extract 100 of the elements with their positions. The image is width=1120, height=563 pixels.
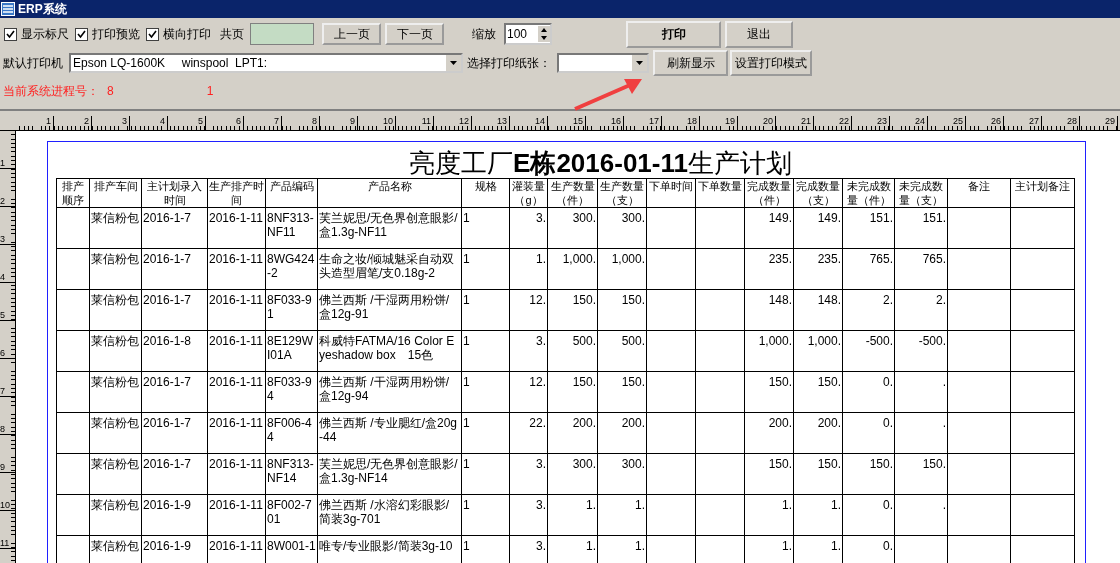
table-cell [695, 412, 745, 454]
table-cell: 1 [461, 535, 510, 563]
table-cell [646, 248, 696, 290]
table-cell: 300. [597, 207, 647, 249]
table-cell: 150. [744, 371, 794, 413]
table-cell: . [894, 494, 948, 536]
checkbox[interactable] [146, 27, 159, 41]
table-cell: 151. [842, 207, 895, 249]
table-cell: 莱信粉包 [89, 289, 142, 331]
table-cell: 0. [842, 494, 895, 536]
spin-down-icon[interactable] [538, 34, 550, 42]
table-cell [646, 494, 696, 536]
printer-dropdown[interactable]: Epson LQ-1600K winspool LPT1: [69, 53, 463, 73]
spin-up-icon[interactable] [538, 26, 550, 34]
table-cell: 莱信粉包 [89, 330, 142, 372]
column-header: 生产数量（件） [547, 178, 598, 208]
exit-button[interactable]: 退出 [725, 20, 793, 48]
print-button[interactable]: 打印 [626, 20, 721, 48]
checkbox[interactable] [75, 27, 88, 41]
ruler-label: 13 [497, 116, 508, 126]
ruler-label: 9 [350, 116, 356, 126]
column-header: 排产车间 [89, 178, 142, 208]
checkbox[interactable] [4, 27, 17, 41]
table-cell [695, 330, 745, 372]
ruler-label: 21 [801, 116, 812, 126]
ruler-label: 11 [0, 538, 11, 548]
table-cell: 150. [744, 453, 794, 495]
table-cell [56, 207, 90, 249]
table-cell: 8NF313-NF11 [265, 207, 318, 249]
printer-label: 默认打印机 [3, 54, 63, 72]
column-header: 下单时间 [646, 178, 696, 208]
table-cell: 500. [597, 330, 647, 372]
table-cell: 莱信粉包 [89, 248, 142, 290]
print-mode-button[interactable]: 设置打印模式 [730, 50, 812, 76]
refresh-button[interactable]: 刷新显示 [653, 50, 728, 76]
table-cell: 2016-1-7 [141, 207, 208, 249]
table-cell: 765. [842, 248, 895, 290]
table-cell: 8F033-91 [265, 289, 318, 331]
page-count-field[interactable] [250, 23, 314, 45]
table-cell [1010, 248, 1075, 290]
table-cell [695, 248, 745, 290]
table-cell: 12. [509, 371, 548, 413]
table-cell: 2016-1-9 [141, 535, 208, 563]
table-cell: 150. [547, 289, 598, 331]
column-header: 未完成数量（件） [842, 178, 895, 208]
table-cell: 2016-1-11 [207, 289, 266, 331]
checkbox-label: 显示标尺 [21, 25, 69, 43]
table-cell: 12. [509, 289, 548, 331]
table-cell [646, 371, 696, 413]
ruler-label: 17 [649, 116, 660, 126]
table-cell [1010, 494, 1075, 536]
table-cell: . [894, 412, 948, 454]
next-page-button[interactable]: 下一页 [385, 23, 444, 45]
zoom-spinbox[interactable]: 100 [504, 23, 552, 45]
table-cell: 1,000. [597, 248, 647, 290]
table-cell: 235. [793, 248, 843, 290]
table-cell: 2016-1-11 [207, 494, 266, 536]
table-cell [646, 330, 696, 372]
table-cell [1010, 371, 1075, 413]
table-cell [1010, 453, 1075, 495]
table-cell: 8NF313-NF14 [265, 453, 318, 495]
paper-dropdown[interactable] [557, 53, 649, 73]
ruler-label: 20 [763, 116, 774, 126]
table-cell: 149. [793, 207, 843, 249]
table-cell [56, 453, 90, 495]
table-cell: 莱信粉包 [89, 535, 142, 563]
column-header: 排产顺序 [56, 178, 90, 208]
table-cell: 佛兰西斯 /干湿两用粉饼/盒12g-91 [317, 289, 462, 331]
table-cell: 8F002-701 [265, 494, 318, 536]
table-cell: 1 [461, 207, 510, 249]
table-cell: 1,000. [744, 330, 794, 372]
column-header: 完成数量（支） [793, 178, 843, 208]
ruler-label: 3 [122, 116, 128, 126]
table-cell: 148. [744, 289, 794, 331]
table-cell: -500. [894, 330, 948, 372]
ruler-label: 16 [611, 116, 622, 126]
table-cell: 3. [509, 330, 548, 372]
previous-page-button[interactable]: 上一页 [322, 23, 381, 45]
ruler-label: 2 [84, 116, 90, 126]
table-cell: 150. [842, 453, 895, 495]
table-cell: 佛兰西斯 /干湿两用粉饼/盒12g-94 [317, 371, 462, 413]
table-cell: 2016-1-11 [207, 535, 266, 563]
table-cell: 芙兰妮思/无色界创意眼影/盒1.3g-NF11 [317, 207, 462, 249]
status-label: 当前系统进程号： [3, 82, 99, 100]
table-cell: 200. [597, 412, 647, 454]
ruler-label: 4 [160, 116, 166, 126]
table-cell [1010, 289, 1075, 331]
table-cell [947, 289, 1011, 331]
ruler-label: 8 [312, 116, 318, 126]
table-cell: 2016-1-11 [207, 453, 266, 495]
table-cell: 2. [894, 289, 948, 331]
table-cell: 200. [547, 412, 598, 454]
table-cell: 佛兰西斯 /水溶幻彩眼影/简装3g-701 [317, 494, 462, 536]
table-cell: 1 [461, 330, 510, 372]
table-cell: 1 [461, 453, 510, 495]
column-header: 产品名称 [317, 178, 462, 208]
table-cell: 2016-1-11 [207, 412, 266, 454]
ruler-label: 26 [991, 116, 1002, 126]
table-cell: 0. [842, 412, 895, 454]
table-cell [947, 371, 1011, 413]
